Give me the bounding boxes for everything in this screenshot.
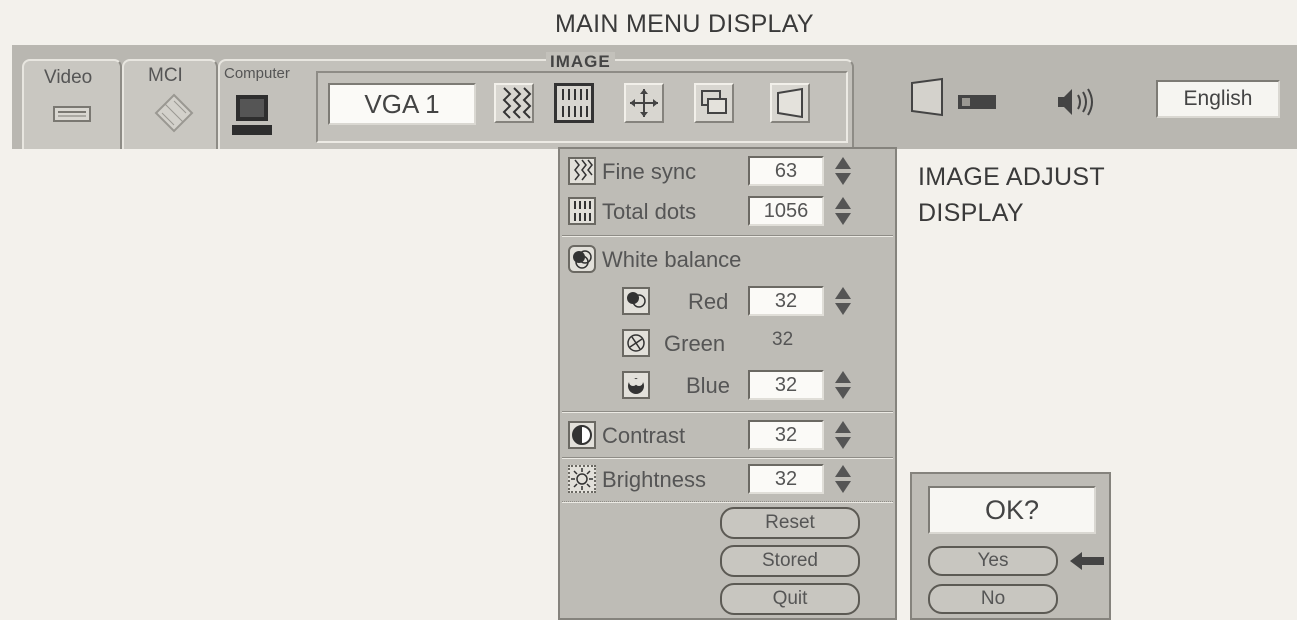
ok-prompt: OK?	[928, 486, 1096, 534]
contrast-row: Contrast 32	[560, 417, 895, 453]
reset-button[interactable]: Reset	[720, 507, 860, 539]
tab-computer-label: Computer	[224, 65, 290, 82]
contrast-label: Contrast	[602, 423, 686, 448]
image-adjust-caption-line2: DISPLAY	[918, 199, 1024, 227]
blue-value[interactable]: 32	[748, 370, 824, 400]
main-menu-caption: MAIN MENU DISPLAY	[555, 10, 814, 38]
white-balance-icon	[568, 245, 596, 273]
contrast-value[interactable]: 32	[748, 420, 824, 450]
red-value[interactable]: 32	[748, 286, 824, 316]
brightness-value[interactable]: 32	[748, 464, 824, 494]
blue-label: Blue	[686, 373, 731, 398]
contrast-icon	[568, 421, 596, 449]
position-icon	[630, 89, 658, 117]
ok-dialog: OK? Yes No	[910, 472, 1111, 620]
total-dots-value[interactable]: 1056	[748, 196, 824, 226]
tab-video-label: Video	[44, 67, 93, 88]
brightness-row: Brightness 32	[560, 461, 895, 497]
total-dots-icon	[568, 197, 596, 225]
screen-icon[interactable]	[908, 77, 948, 117]
stored-button[interactable]: Stored	[720, 545, 860, 577]
red-label: Red	[688, 289, 729, 314]
tab-mci-label: MCI	[148, 65, 183, 86]
white-balance-label: White balance	[602, 247, 742, 272]
green-label: Green	[664, 331, 726, 356]
arrow-left-icon	[1070, 552, 1104, 570]
quit-button[interactable]: Quit	[720, 583, 860, 615]
green-row: Green 32	[560, 325, 895, 361]
red-spinner[interactable]	[834, 285, 852, 317]
position-button[interactable]	[624, 83, 664, 123]
total-dots-icon	[561, 89, 589, 117]
language-select[interactable]: English	[1156, 80, 1280, 118]
total-dots-row: Total dots 1056	[560, 193, 895, 229]
keystone-icon	[777, 87, 803, 119]
fine-sync-icon	[502, 87, 532, 119]
fine-sync-row: Fine sync 63	[560, 153, 895, 189]
keystone-button[interactable]	[770, 83, 810, 123]
fine-sync-spinner[interactable]	[834, 155, 852, 187]
picture-button[interactable]	[694, 83, 734, 123]
mci-icon	[154, 93, 194, 133]
total-dots-button[interactable]	[554, 83, 594, 123]
fine-sync-button[interactable]	[494, 83, 534, 123]
fine-sync-icon	[568, 157, 596, 185]
brightness-icon	[568, 465, 596, 493]
yes-button[interactable]: Yes	[928, 546, 1058, 576]
brightness-label: Brightness	[602, 467, 706, 492]
video-port-icon	[53, 106, 91, 122]
divider	[562, 457, 893, 459]
blue-spinner[interactable]	[834, 369, 852, 401]
speaker-icon[interactable]	[1052, 85, 1100, 119]
total-dots-label: Total dots	[602, 199, 697, 224]
image-adjust-caption-line1: IMAGE ADJUST	[918, 163, 1105, 191]
contrast-spinner[interactable]	[834, 419, 852, 451]
divider	[562, 411, 893, 413]
divider	[562, 235, 893, 237]
picture-icon	[701, 90, 727, 114]
green-icon	[622, 329, 650, 357]
blue-row: Blue 32	[560, 367, 895, 403]
red-row: Red 32	[560, 283, 895, 319]
red-icon	[622, 287, 650, 315]
fine-sync-value[interactable]: 63	[748, 156, 824, 186]
green-value: 32	[772, 329, 794, 350]
no-button[interactable]: No	[928, 584, 1058, 614]
source-select[interactable]: VGA 1	[328, 83, 476, 125]
projector-icon[interactable]	[956, 91, 1000, 115]
computer-icon	[232, 95, 272, 135]
white-balance-row: White balance	[560, 241, 895, 277]
total-dots-spinner[interactable]	[834, 195, 852, 227]
tab-mci[interactable]: MCI	[122, 59, 218, 149]
tab-video[interactable]: Video	[22, 59, 122, 149]
blue-icon	[622, 371, 650, 399]
brightness-spinner[interactable]	[834, 463, 852, 495]
fine-sync-label: Fine sync	[602, 159, 697, 184]
main-menu-bar: Video MCI Computer IMAGE VGA 1 English	[12, 45, 1297, 149]
divider	[562, 501, 893, 503]
image-section-label: IMAGE	[546, 52, 615, 72]
tab-computer[interactable]: Computer IMAGE VGA 1	[218, 52, 854, 149]
image-adjust-panel: Fine sync 63 Total dots 1056 White balan…	[558, 147, 897, 620]
